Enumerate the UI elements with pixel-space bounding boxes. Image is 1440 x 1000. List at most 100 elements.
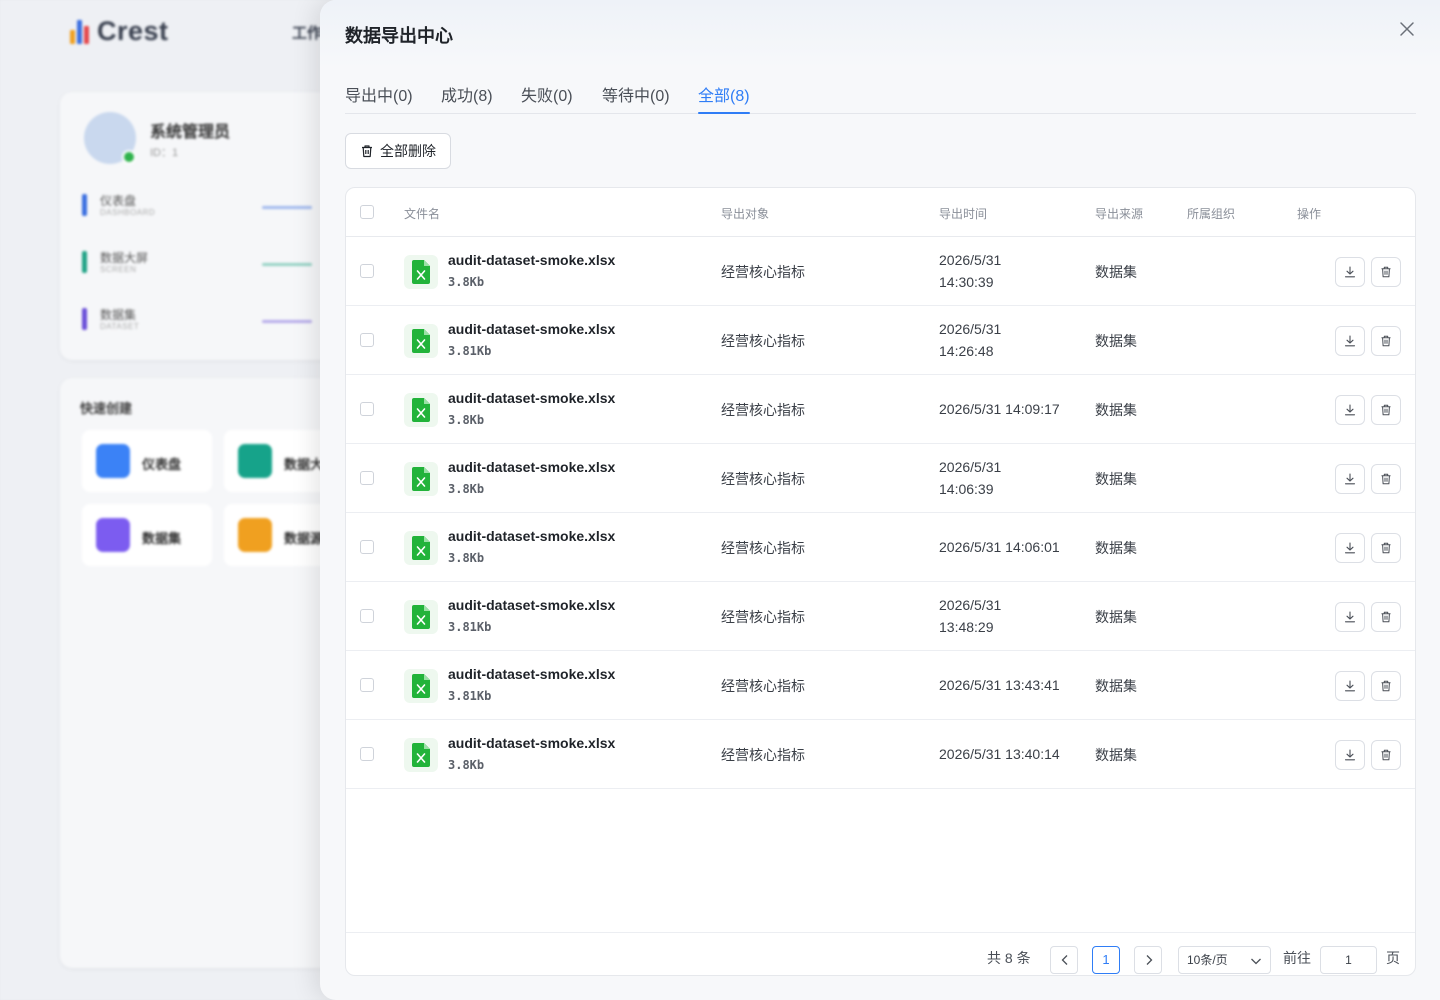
file-icon-badge [404, 738, 438, 772]
table-row: audit-dataset-smoke.xlsx 3.8Kb 经营核心指标 2026/… [346, 444, 1415, 513]
trash-icon [1381, 542, 1391, 554]
delete-button[interactable] [1371, 533, 1401, 563]
trash-icon [1381, 611, 1391, 623]
export-time: 2026/5/31 14:30:39 [939, 252, 1002, 290]
prev-page-button[interactable] [1050, 946, 1078, 974]
delete-all-label: 全部删除 [380, 143, 436, 159]
table-row: audit-dataset-smoke.xlsx 3.81Kb 经营核心指标 2026… [346, 306, 1415, 375]
next-page-button[interactable] [1134, 946, 1162, 974]
page-number-current[interactable]: 1 [1092, 946, 1120, 974]
export-source: 数据集 [1095, 540, 1137, 556]
row-checkbox[interactable] [360, 609, 374, 623]
export-source: 数据集 [1095, 333, 1137, 349]
delete-button[interactable] [1371, 395, 1401, 425]
column-header-org: 所属组织 [1187, 207, 1236, 221]
row-checkbox[interactable] [360, 678, 374, 692]
table-row: audit-dataset-smoke.xlsx 3.8Kb 经营核心指标 2026/… [346, 237, 1415, 306]
row-checkbox[interactable] [360, 333, 374, 347]
file-icon-badge [404, 669, 438, 703]
row-checkbox[interactable] [360, 747, 374, 761]
row-checkbox[interactable] [360, 471, 374, 485]
stat-sublabel: SCREEN [100, 265, 137, 274]
goto-page-input[interactable] [1320, 946, 1377, 974]
export-time: 2026/5/31 13:48:29 [939, 597, 1002, 635]
table-row: audit-dataset-smoke.xlsx 3.8Kb 经营核心指标 2026/… [346, 720, 1415, 789]
export-object: 经营核心指标 [721, 747, 805, 763]
delete-all-button[interactable]: 全部删除 [345, 133, 451, 169]
column-header-time: 导出时间 [939, 207, 988, 221]
file-name: audit-dataset-smoke.xlsx [448, 459, 616, 475]
download-button[interactable] [1335, 671, 1365, 701]
trash-icon [1381, 335, 1391, 347]
stat-trend-line [262, 263, 312, 266]
excel-file-icon [412, 743, 430, 767]
download-icon [1344, 473, 1356, 485]
trash-icon [1381, 404, 1391, 416]
user-id: ID：1 [150, 147, 179, 159]
file-icon-badge [404, 255, 438, 289]
page-size-select[interactable]: 10条/页 [1178, 946, 1271, 974]
tile-icon [96, 518, 130, 552]
download-button[interactable] [1335, 740, 1365, 770]
tile-label: 仪表盘 [142, 457, 182, 472]
stat-label: 数据集 [100, 308, 137, 322]
pagination: 共 8 条 1 10条/页 前往 页 [346, 932, 1415, 975]
stat-color-bar [82, 308, 87, 330]
delete-button[interactable] [1371, 326, 1401, 356]
export-object: 经营核心指标 [721, 402, 805, 418]
column-header-filename: 文件名 [404, 207, 441, 221]
select-all-checkbox[interactable] [360, 205, 374, 219]
app-logo: Crest [70, 16, 169, 47]
status-tabs: 导出中(0) 成功(8) 失败(0) 等待中(0) 全部(8) [345, 68, 1416, 114]
logo-icon [70, 19, 89, 44]
download-button[interactable] [1335, 602, 1365, 632]
row-checkbox[interactable] [360, 540, 374, 554]
column-header-object: 导出对象 [721, 207, 770, 221]
export-center-drawer: 数据导出中心 导出中(0) 成功(8) 失败(0) 等待中(0) 全部(8) 全部删除 … [320, 0, 1440, 1000]
quick-create-tile: 仪表盘 [82, 430, 212, 492]
delete-button[interactable] [1371, 464, 1401, 494]
download-button[interactable] [1335, 326, 1365, 356]
table-row: audit-dataset-smoke.xlsx 3.8Kb 经营核心指标 2026/… [346, 375, 1415, 444]
download-button[interactable] [1335, 257, 1365, 287]
goto-label: 前往 [1283, 950, 1311, 966]
quick-create-title: 快速创建 [80, 401, 133, 416]
export-source: 数据集 [1095, 264, 1137, 280]
download-icon [1344, 680, 1356, 692]
file-icon-badge [404, 462, 438, 496]
tab-0[interactable]: 导出中(0) [345, 82, 413, 114]
excel-file-icon [412, 329, 430, 353]
delete-button[interactable] [1371, 740, 1401, 770]
export-time: 2026/5/31 13:40:14 [939, 746, 1060, 762]
delete-button[interactable] [1371, 257, 1401, 287]
trash-icon [1381, 473, 1391, 485]
tab-2[interactable]: 失败(0) [521, 82, 573, 114]
stat-color-bar [82, 194, 87, 216]
trash-icon [1381, 266, 1391, 278]
tile-icon [96, 444, 130, 478]
drawer-header: 数据导出中心 [320, 0, 1440, 68]
download-icon [1344, 542, 1356, 554]
download-button[interactable] [1335, 464, 1365, 494]
download-button[interactable] [1335, 395, 1365, 425]
excel-file-icon [412, 467, 430, 491]
user-name: 系统管理员 [150, 124, 231, 141]
file-icon-badge [404, 600, 438, 634]
row-checkbox[interactable] [360, 402, 374, 416]
close-button[interactable] [1396, 18, 1418, 40]
export-object: 经营核心指标 [721, 609, 805, 625]
tab-4[interactable]: 全部(8) [698, 82, 750, 114]
profile-stat: 数据集 DATASET [82, 304, 332, 340]
row-checkbox[interactable] [360, 264, 374, 278]
export-source: 数据集 [1095, 402, 1137, 418]
file-icon-badge [404, 531, 438, 565]
tab-3[interactable]: 等待中(0) [602, 82, 670, 114]
column-header-source: 导出来源 [1095, 207, 1144, 221]
delete-button[interactable] [1371, 602, 1401, 632]
table-row: audit-dataset-smoke.xlsx 3.81Kb 经营核心指标 2026… [346, 582, 1415, 651]
table-header: 文件名 导出对象 导出时间 导出来源 所属组织 操作 [346, 188, 1415, 237]
download-button[interactable] [1335, 533, 1365, 563]
trash-icon [1381, 749, 1391, 761]
delete-button[interactable] [1371, 671, 1401, 701]
tab-1[interactable]: 成功(8) [441, 82, 493, 114]
